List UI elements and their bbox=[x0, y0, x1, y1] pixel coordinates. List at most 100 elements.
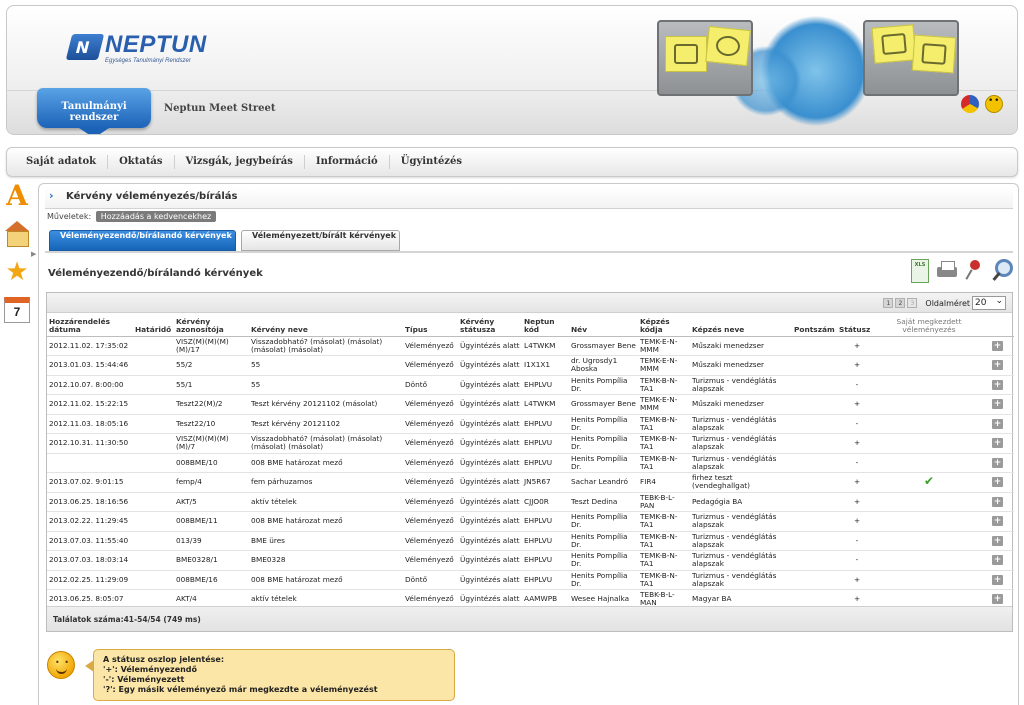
row-plus-button[interactable]: + bbox=[992, 496, 1003, 507]
smiley-help-icon bbox=[47, 651, 75, 679]
page-button-1[interactable]: 1 bbox=[883, 298, 894, 308]
status-cell: + bbox=[837, 511, 877, 532]
accessibility-icon[interactable] bbox=[985, 95, 1003, 113]
score-cell bbox=[792, 336, 837, 356]
font-size-icon[interactable]: A bbox=[4, 182, 30, 210]
request-status-cell: Ügyintézés alatt bbox=[458, 336, 522, 356]
status-legend: A státusz oszlop jelentése: '+': Vélemén… bbox=[85, 649, 455, 701]
own-review-cell bbox=[877, 336, 981, 356]
table-row[interactable]: 2012.11.03. 18:05:16 Teszt22/10 Teszt kérv… bbox=[47, 414, 1014, 434]
column-header[interactable]: Képzés neve bbox=[690, 313, 792, 337]
row-plus-button[interactable]: + bbox=[992, 457, 1003, 468]
column-header[interactable]: Státusz bbox=[837, 313, 877, 337]
calendar-icon[interactable]: 7 bbox=[4, 297, 30, 323]
home-icon[interactable] bbox=[4, 221, 30, 247]
table-row[interactable]: 2013.07.03. 11:55:40 013/39 BME üres Vélemé… bbox=[47, 531, 1014, 551]
menu-item-information[interactable]: Információ bbox=[305, 155, 390, 169]
row-plus-button[interactable]: + bbox=[992, 594, 1003, 605]
row-plus-button[interactable]: + bbox=[992, 360, 1003, 371]
assigned-date-cell: 2013.07.03. 11:55:40 bbox=[47, 531, 133, 551]
column-header[interactable]: Határidő bbox=[133, 313, 174, 337]
neptun-code-cell: EHPLVU bbox=[522, 511, 569, 532]
own-review-cell bbox=[877, 531, 981, 551]
score-cell bbox=[792, 511, 837, 532]
request-status-cell: Ügyintézés alatt bbox=[458, 511, 522, 532]
column-header[interactable]: Típus bbox=[403, 313, 458, 337]
row-plus-button[interactable]: + bbox=[992, 574, 1003, 585]
header-banner: N NEPTUN Egységes Tanulmányi Rendszer Ta… bbox=[6, 5, 1018, 135]
status-cell: - bbox=[837, 550, 877, 571]
favorites-star-icon[interactable]: ★ bbox=[4, 259, 30, 285]
column-header[interactable]: Saját megkezdett véleményezés bbox=[877, 313, 981, 337]
row-plus-button[interactable]: + bbox=[992, 535, 1003, 546]
row-plus-button[interactable]: + bbox=[992, 516, 1003, 527]
page-button-3[interactable]: 3 bbox=[907, 298, 918, 308]
row-plus-button[interactable]: + bbox=[992, 477, 1003, 488]
page-button-2[interactable]: 2 bbox=[895, 298, 906, 308]
type-cell: Véleményező bbox=[403, 433, 458, 454]
column-header[interactable]: Név bbox=[569, 313, 638, 337]
type-cell: Döntő bbox=[403, 375, 458, 395]
column-header[interactable]: Képzés kódja bbox=[638, 313, 690, 337]
assigned-date-cell: 2013.07.03. 18:03:14 bbox=[47, 550, 133, 571]
deadline-cell bbox=[133, 433, 174, 454]
legend-line: '-': Véleményezett bbox=[103, 675, 185, 684]
table-row[interactable]: 2013.07.02. 9:01:15 femp/4 fem párhuzamos V… bbox=[47, 472, 1014, 493]
own-review-cell bbox=[877, 492, 981, 512]
deadline-cell bbox=[133, 336, 174, 356]
neptun-logo[interactable]: N NEPTUN Egységes Tanulmányi Rendszer bbox=[65, 30, 217, 70]
row-plus-button[interactable]: + bbox=[992, 379, 1003, 390]
table-row[interactable]: 2012.10.07. 8:00:00 55/1 55 Döntő Ügyintézés… bbox=[47, 375, 1014, 395]
menu-item-administration[interactable]: Ügyintézés bbox=[390, 155, 473, 169]
column-header[interactable]: Hozzárendelés dátuma bbox=[47, 313, 133, 337]
request-name-cell: 008 BME határozat mező bbox=[249, 570, 403, 590]
excel-export-icon[interactable] bbox=[909, 258, 931, 283]
tab-reviewed[interactable]: Véleményezett/bírált kérvények bbox=[241, 230, 400, 251]
type-cell: Véleményező bbox=[403, 394, 458, 415]
add-to-favorites-button[interactable]: Hozzáadás a kedvencekhez bbox=[95, 211, 217, 222]
status-cell: + bbox=[837, 336, 877, 356]
score-cell bbox=[792, 472, 837, 493]
request-id-cell: 008BME/11 bbox=[174, 511, 249, 532]
language-flag-icon[interactable] bbox=[961, 95, 979, 113]
name-cell: Grossmayer Bene bbox=[569, 394, 638, 415]
table-row[interactable]: 2013.06.25. 18:16:56 AKT/5 aktív tételek Vé… bbox=[47, 492, 1014, 512]
program-name-cell: Turizmus - vendéglátás alapszak bbox=[690, 550, 792, 571]
print-icon[interactable] bbox=[936, 258, 958, 282]
menu-item-exams[interactable]: Vizsgák, jegybeírás bbox=[175, 155, 305, 169]
table-row[interactable]: 008BME/10 008 BME határozat mező Véleménye… bbox=[47, 453, 1014, 473]
request-status-cell: Ügyintézés alatt bbox=[458, 355, 522, 376]
column-header[interactable]: Kérvény státusza bbox=[458, 313, 522, 337]
row-plus-button[interactable]: + bbox=[992, 418, 1003, 429]
tab-underline bbox=[45, 251, 1013, 253]
column-header[interactable]: Pontszám bbox=[792, 313, 837, 337]
tab-to-review[interactable]: Véleményezendő/bírálandó kérvények bbox=[49, 230, 236, 251]
meet-street-link[interactable]: Neptun Meet Street bbox=[164, 103, 275, 114]
table-row[interactable]: 2013.01.03. 15:44:46 55/2 55 Véleményező Ügy… bbox=[47, 355, 1014, 376]
row-plus-button[interactable]: + bbox=[992, 399, 1003, 410]
program-code-cell: TEMK-B-N-TA1 bbox=[638, 511, 690, 532]
neptun-code-cell: EHPLVU bbox=[522, 414, 569, 434]
table-row[interactable]: 2013.02.22. 11:29:45 008BME/11 008 BME hat… bbox=[47, 511, 1014, 532]
column-header[interactable]: Kérvény neve bbox=[249, 313, 403, 337]
type-cell: Véleményező bbox=[403, 550, 458, 571]
pin-icon[interactable] bbox=[963, 258, 985, 282]
table-row[interactable]: 2012.02.25. 11:29:09 008BME/16 008 BME hat… bbox=[47, 570, 1014, 590]
table-row[interactable]: 2012.10.31. 11:30:50 VISZ(M)(M)(M)(M)/7 Vi… bbox=[47, 433, 1014, 454]
table-row[interactable]: 2013.07.03. 18:03:14 BME0328/1 BME0328 Véle… bbox=[47, 550, 1014, 571]
column-header[interactable]: Kérvény azonosítója bbox=[174, 313, 249, 337]
search-magnifier-icon[interactable] bbox=[990, 258, 1013, 282]
row-plus-button[interactable]: + bbox=[992, 438, 1003, 449]
menu-item-teaching[interactable]: Oktatás bbox=[108, 155, 175, 169]
status-cell: + bbox=[837, 433, 877, 454]
row-plus-button[interactable]: + bbox=[992, 555, 1003, 566]
page-size-select[interactable]: 20 bbox=[972, 295, 1006, 310]
table-row[interactable]: 2012.11.02. 15:22:15 Teszt22(M)/2 Teszt ké… bbox=[47, 394, 1014, 415]
row-plus-button[interactable]: + bbox=[992, 340, 1003, 351]
system-tab[interactable]: Tanulmányi rendszer bbox=[37, 88, 151, 134]
table-row[interactable]: 2012.11.02. 17:35:02 VISZ(M)(M)(M)(M)/17 V… bbox=[47, 336, 1014, 356]
collapse-arrow-icon[interactable]: ▶ bbox=[31, 250, 36, 258]
column-header[interactable]: Neptun kód bbox=[522, 313, 569, 337]
program-code-cell: TEBK-B-L-PAN bbox=[638, 492, 690, 512]
menu-item-own-data[interactable]: Saját adatok bbox=[15, 155, 109, 169]
